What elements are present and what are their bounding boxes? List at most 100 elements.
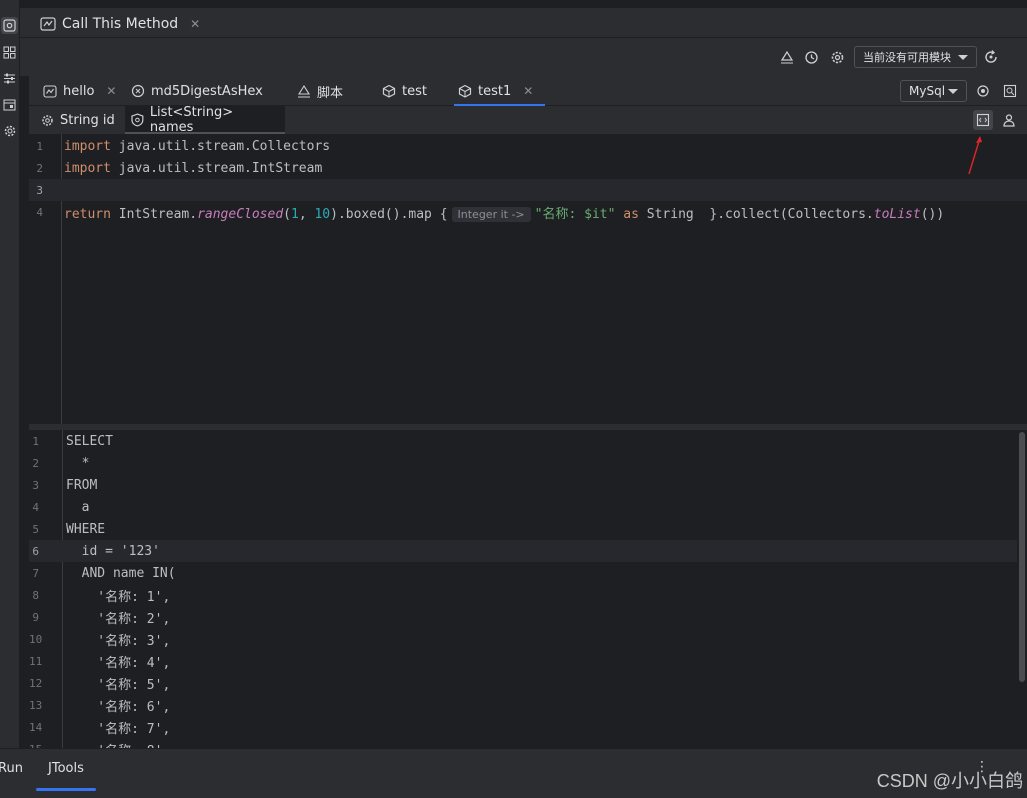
line-number: 5: [32, 522, 39, 536]
line-number: 2: [32, 456, 39, 470]
tab-test[interactable]: test: [378, 76, 431, 106]
vertical-scrollbar[interactable]: [1019, 432, 1025, 682]
tab-script[interactable]: 脚本: [293, 76, 347, 106]
script-icon: [131, 84, 145, 98]
sql-line: 15 '名称: 8',: [29, 738, 1017, 749]
line-number: 12: [29, 676, 43, 690]
tab-label: test1: [478, 83, 512, 99]
sql-text: a: [66, 499, 90, 515]
sliders-icon[interactable]: [1, 70, 18, 87]
database-select[interactable]: MySql: [900, 80, 967, 102]
top-strip: [20, 0, 1027, 8]
sql-line: 3 FROM: [29, 474, 1017, 496]
jtools-icon[interactable]: [1, 17, 18, 34]
galaxy-icon[interactable]: [778, 48, 796, 66]
tab-jtools[interactable]: JTools: [36, 761, 96, 791]
code-line: 2 import java.util.stream.IntStream: [29, 157, 1027, 179]
calendar-icon[interactable]: [1, 96, 18, 113]
chevron-down-icon: [948, 89, 958, 94]
sql-line: 5 WHERE: [29, 518, 1017, 540]
tab-label: test: [402, 83, 427, 99]
sql-text: AND name IN(: [66, 565, 176, 581]
settings-icon[interactable]: [1, 122, 18, 139]
call-this-method-tab[interactable]: Call This Method ✕: [40, 14, 200, 34]
cube-icon: [458, 84, 472, 98]
tab-md5digestashex[interactable]: md5DigestAsHex: [127, 76, 267, 106]
title-tab-bar: Call This Method ✕: [20, 8, 1027, 38]
script-editor[interactable]: 1 import java.util.stream.Collectors 2 i…: [29, 134, 1027, 424]
person-icon[interactable]: [999, 110, 1019, 130]
sql-line: 10 '名称: 3',: [29, 628, 1017, 650]
line-number: 9: [32, 610, 39, 624]
chevron-down-icon: [958, 55, 968, 60]
sql-line: 1 SELECT: [29, 430, 1017, 452]
module-select[interactable]: 当前没有可用模块: [854, 46, 977, 68]
bottom-tool-bar: Run JTools ⋮ CSDN @小小白鸽: [0, 748, 1027, 798]
tab-run[interactable]: Run: [0, 761, 23, 781]
target-icon[interactable]: [974, 82, 992, 100]
call-this-method-label: Call This Method: [62, 16, 179, 32]
sql-text: '名称: 4',: [66, 655, 171, 671]
keyword: import: [64, 160, 111, 176]
refresh-icon[interactable]: [982, 48, 1000, 66]
tab-label: hello: [63, 83, 95, 99]
tab-test1[interactable]: test1 ✕: [454, 76, 545, 106]
line-number: 8: [32, 588, 39, 602]
sql-text: WHERE: [66, 521, 106, 537]
line-number: 2: [36, 161, 43, 175]
sql-text: *: [66, 455, 90, 471]
sql-line: 4 a: [29, 496, 1017, 518]
inlay-hint: Integer it ->: [451, 206, 531, 222]
sql-line: 7 AND name IN(: [29, 562, 1017, 584]
close-icon[interactable]: ✕: [106, 84, 116, 98]
sql-line-current: 6 id = '123': [29, 540, 1017, 562]
zoom-fit-icon[interactable]: [1001, 82, 1019, 100]
sql-line: 9 '名称: 2',: [29, 606, 1017, 628]
keyword: import: [64, 138, 111, 154]
line-number: 6: [32, 544, 39, 558]
grid-icon[interactable]: [1, 44, 18, 61]
line-number: 3: [36, 183, 43, 197]
sql-text: '名称: 7',: [66, 721, 171, 737]
database-select-value: MySql: [909, 84, 946, 98]
close-icon[interactable]: ✕: [523, 84, 533, 98]
tab-label: 脚本: [317, 85, 344, 101]
history-icon[interactable]: [802, 48, 820, 66]
line-number: 13: [29, 698, 43, 712]
line-number: 11: [29, 654, 43, 668]
shield-icon: [131, 113, 144, 127]
tab-label: String id: [60, 112, 115, 128]
sql-text: '名称: 1',: [66, 589, 171, 605]
tab-label: List<String> names: [149, 105, 234, 135]
gear-icon: [42, 114, 53, 126]
sql-line: 8 '名称: 1',: [29, 584, 1017, 606]
tab-label: md5DigestAsHex: [151, 83, 263, 99]
sql-line: 12 '名称: 5',: [29, 672, 1017, 694]
module-select-value: 当前没有可用模块: [863, 51, 951, 64]
code-text: ).boxed().map {: [330, 206, 448, 222]
sql-text: '名称: 5',: [66, 677, 171, 693]
code-view-icon[interactable]: [973, 110, 993, 130]
tab-param-list-names[interactable]: List<String> names: [125, 105, 285, 135]
gear-icon[interactable]: [828, 48, 846, 66]
sql-text: FROM: [66, 477, 98, 493]
line-number: 1: [36, 139, 43, 153]
line-number: 14: [29, 720, 43, 734]
editor-tabs: hello ✕ md5DigestAsHex 脚本 test test1 ✕ M…: [29, 76, 1027, 106]
tab-hello[interactable]: hello ✕: [39, 76, 120, 106]
sql-text: '名称: 8',: [66, 740, 170, 749]
code-line: 1 import java.util.stream.Collectors: [29, 135, 1027, 157]
top-toolbar: 当前没有可用模块: [20, 38, 1027, 76]
close-icon[interactable]: ✕: [190, 17, 200, 31]
code-line: 4 return IntStream.rangeClosed(1, 10).bo…: [29, 201, 1027, 223]
cube-icon: [382, 84, 396, 98]
function-name: toList: [873, 206, 921, 222]
tab-param-string-id[interactable]: String id: [35, 106, 121, 134]
sql-text: '名称: 2',: [66, 611, 171, 627]
sql-text: id = '123': [66, 543, 160, 559]
sql-preview[interactable]: 1 SELECT 2 * 3 FROM 4 a 5 WHERE 6 id = '123' 7 AN…: [29, 430, 1027, 748]
parameter-tabs: String id List<String> names: [29, 105, 1027, 135]
code-text: ,: [298, 206, 315, 222]
method-icon: [40, 17, 56, 31]
code-text: IntStream.: [110, 206, 198, 222]
